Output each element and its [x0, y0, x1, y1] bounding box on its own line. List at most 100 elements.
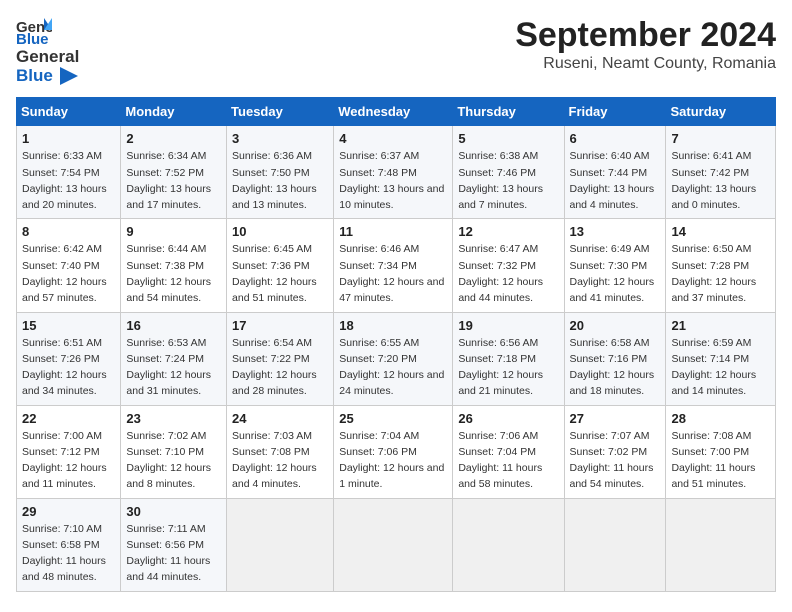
day-number: 10 — [232, 224, 328, 239]
calendar-title: September 2024 — [515, 16, 776, 55]
day-number: 4 — [339, 131, 447, 146]
calendar-cell: 21Sunrise: 6:59 AMSunset: 7:14 PMDayligh… — [666, 312, 776, 405]
day-number: 6 — [570, 131, 661, 146]
calendar-cell: 23 Sunrise: 7:02 AMSunset: 7:10 PMDayligh… — [121, 405, 227, 498]
day-number: 8 — [22, 224, 115, 239]
day-info: Sunrise: 6:58 AMSunset: 7:16 PMDaylight:… — [570, 335, 661, 400]
calendar-cell: 11 Sunrise: 6:46 AMSunset: 7:34 PMDayligh… — [334, 219, 453, 312]
calendar-cell: 27 Sunrise: 7:07 AMSunset: 7:02 PMDayligh… — [564, 405, 666, 498]
calendar-cell: 10Sunrise: 6:45 AMSunset: 7:36 PMDayligh… — [227, 219, 334, 312]
calendar-cell: 25 Sunrise: 7:04 AMSunset: 7:06 PMDayligh… — [334, 405, 453, 498]
calendar-cell: 22 Sunrise: 7:00 AMSunset: 7:12 PMDayligh… — [17, 405, 121, 498]
calendar-cell — [453, 498, 564, 591]
day-number: 26 — [458, 411, 558, 426]
calendar-cell: 7 Sunrise: 6:41 AMSunset: 7:42 PMDaylight… — [666, 126, 776, 219]
svg-text:Blue: Blue — [16, 31, 49, 46]
calendar-cell: 12 Sunrise: 6:47 AMSunset: 7:32 PMDayligh… — [453, 219, 564, 312]
calendar-cell: 4 Sunrise: 6:37 AMSunset: 7:48 PMDaylight… — [334, 126, 453, 219]
day-info: Sunrise: 6:40 AMSunset: 7:44 PMDaylight:… — [570, 148, 661, 213]
column-header-saturday: Saturday — [666, 98, 776, 126]
day-info: Sunrise: 7:04 AMSunset: 7:06 PMDaylight:… — [339, 428, 447, 493]
day-number: 17 — [232, 318, 328, 333]
calendar-cell — [564, 498, 666, 591]
day-number: 1 — [22, 131, 115, 146]
day-number: 9 — [126, 224, 221, 239]
day-info: Sunrise: 6:41 AMSunset: 7:42 PMDaylight:… — [671, 148, 770, 213]
day-number: 7 — [671, 131, 770, 146]
day-number: 15 — [22, 318, 115, 333]
calendar-cell: 8Sunrise: 6:42 AMSunset: 7:40 PMDaylight… — [17, 219, 121, 312]
day-number: 5 — [458, 131, 558, 146]
calendar-cell: 15 Sunrise: 6:51 AMSunset: 7:26 PMDayligh… — [17, 312, 121, 405]
calendar-subtitle: Ruseni, Neamt County, Romania — [515, 55, 776, 73]
calendar-cell: 24Sunrise: 7:03 AMSunset: 7:08 PMDayligh… — [227, 405, 334, 498]
day-number: 12 — [458, 224, 558, 239]
calendar-cell: 13 Sunrise: 6:49 AMSunset: 7:30 PMDayligh… — [564, 219, 666, 312]
day-number: 25 — [339, 411, 447, 426]
calendar-body: 1 Sunrise: 6:33 AMSunset: 7:54 PMDaylight… — [17, 126, 776, 591]
day-number: 24 — [232, 411, 328, 426]
column-header-monday: Monday — [121, 98, 227, 126]
day-info: Sunrise: 6:44 AMSunset: 7:38 PMDaylight:… — [126, 241, 221, 306]
day-number: 22 — [22, 411, 115, 426]
calendar-cell: 6 Sunrise: 6:40 AMSunset: 7:44 PMDaylight… — [564, 126, 666, 219]
calendar-cell: 18 Sunrise: 6:55 AMSunset: 7:20 PMDayligh… — [334, 312, 453, 405]
calendar-week-row: 1 Sunrise: 6:33 AMSunset: 7:54 PMDaylight… — [17, 126, 776, 219]
day-number: 27 — [570, 411, 661, 426]
day-number: 29 — [22, 504, 115, 519]
day-number: 11 — [339, 224, 447, 239]
logo-icon: General Blue — [16, 16, 52, 46]
day-info: Sunrise: 6:36 AMSunset: 7:50 PMDaylight:… — [232, 148, 328, 213]
day-number: 20 — [570, 318, 661, 333]
day-info: Sunrise: 6:47 AMSunset: 7:32 PMDaylight:… — [458, 241, 558, 306]
calendar-header: SundayMondayTuesdayWednesdayThursdayFrid… — [17, 98, 776, 126]
calendar-cell — [334, 498, 453, 591]
column-header-tuesday: Tuesday — [227, 98, 334, 126]
calendar-cell: 30 Sunrise: 7:11 AMSunset: 6:56 PMDayligh… — [121, 498, 227, 591]
calendar-cell: 28 Sunrise: 7:08 AMSunset: 7:00 PMDayligh… — [666, 405, 776, 498]
day-number: 28 — [671, 411, 770, 426]
day-info: Sunrise: 6:37 AMSunset: 7:48 PMDaylight:… — [339, 148, 447, 213]
calendar-cell: 20 Sunrise: 6:58 AMSunset: 7:16 PMDayligh… — [564, 312, 666, 405]
calendar-cell: 3 Sunrise: 6:36 AMSunset: 7:50 PMDaylight… — [227, 126, 334, 219]
day-number: 14 — [671, 224, 770, 239]
day-info: Sunrise: 6:50 AMSunset: 7:28 PMDaylight:… — [671, 241, 770, 306]
calendar-cell — [227, 498, 334, 591]
day-info: Sunrise: 6:34 AMSunset: 7:52 PMDaylight:… — [126, 148, 221, 213]
day-info: Sunrise: 6:49 AMSunset: 7:30 PMDaylight:… — [570, 241, 661, 306]
calendar-cell: 1 Sunrise: 6:33 AMSunset: 7:54 PMDaylight… — [17, 126, 121, 219]
day-info: Sunrise: 7:07 AMSunset: 7:02 PMDaylight:… — [570, 428, 661, 493]
calendar-cell: 17 Sunrise: 6:54 AMSunset: 7:22 PMDayligh… — [227, 312, 334, 405]
day-number: 18 — [339, 318, 447, 333]
day-number: 23 — [126, 411, 221, 426]
day-info: Sunrise: 6:59 AMSunset: 7:14 PMDaylight:… — [671, 335, 770, 400]
calendar-cell: 2Sunrise: 6:34 AMSunset: 7:52 PMDaylight… — [121, 126, 227, 219]
day-info: Sunrise: 7:08 AMSunset: 7:00 PMDaylight:… — [671, 428, 770, 493]
day-info: Sunrise: 7:11 AMSunset: 6:56 PMDaylight:… — [126, 521, 221, 586]
calendar-week-row: 8Sunrise: 6:42 AMSunset: 7:40 PMDaylight… — [17, 219, 776, 312]
calendar-week-row: 15 Sunrise: 6:51 AMSunset: 7:26 PMDayligh… — [17, 312, 776, 405]
calendar-cell: 9 Sunrise: 6:44 AMSunset: 7:38 PMDaylight… — [121, 219, 227, 312]
day-info: Sunrise: 6:46 AMSunset: 7:34 PMDaylight:… — [339, 241, 447, 306]
day-number: 30 — [126, 504, 221, 519]
day-info: Sunrise: 7:00 AMSunset: 7:12 PMDaylight:… — [22, 428, 115, 493]
day-info: Sunrise: 7:10 AMSunset: 6:58 PMDaylight:… — [22, 521, 115, 586]
day-info: Sunrise: 6:38 AMSunset: 7:46 PMDaylight:… — [458, 148, 558, 213]
calendar-table: SundayMondayTuesdayWednesdayThursdayFrid… — [16, 97, 776, 591]
day-number: 13 — [570, 224, 661, 239]
calendar-cell: 5 Sunrise: 6:38 AMSunset: 7:46 PMDaylight… — [453, 126, 564, 219]
calendar-cell — [666, 498, 776, 591]
column-header-wednesday: Wednesday — [334, 98, 453, 126]
column-header-thursday: Thursday — [453, 98, 564, 126]
day-info: Sunrise: 6:54 AMSunset: 7:22 PMDaylight:… — [232, 335, 328, 400]
day-number: 19 — [458, 318, 558, 333]
day-info: Sunrise: 7:02 AMSunset: 7:10 PMDaylight:… — [126, 428, 221, 493]
day-info: Sunrise: 6:51 AMSunset: 7:26 PMDaylight:… — [22, 335, 115, 400]
day-info: Sunrise: 6:55 AMSunset: 7:20 PMDaylight:… — [339, 335, 447, 400]
day-number: 16 — [126, 318, 221, 333]
day-number: 3 — [232, 131, 328, 146]
day-info: Sunrise: 6:33 AMSunset: 7:54 PMDaylight:… — [22, 148, 115, 213]
page-header: General Blue General Blue September 2024… — [16, 16, 776, 85]
day-info: Sunrise: 6:56 AMSunset: 7:18 PMDaylight:… — [458, 335, 558, 400]
logo-blue: Blue — [16, 66, 53, 85]
